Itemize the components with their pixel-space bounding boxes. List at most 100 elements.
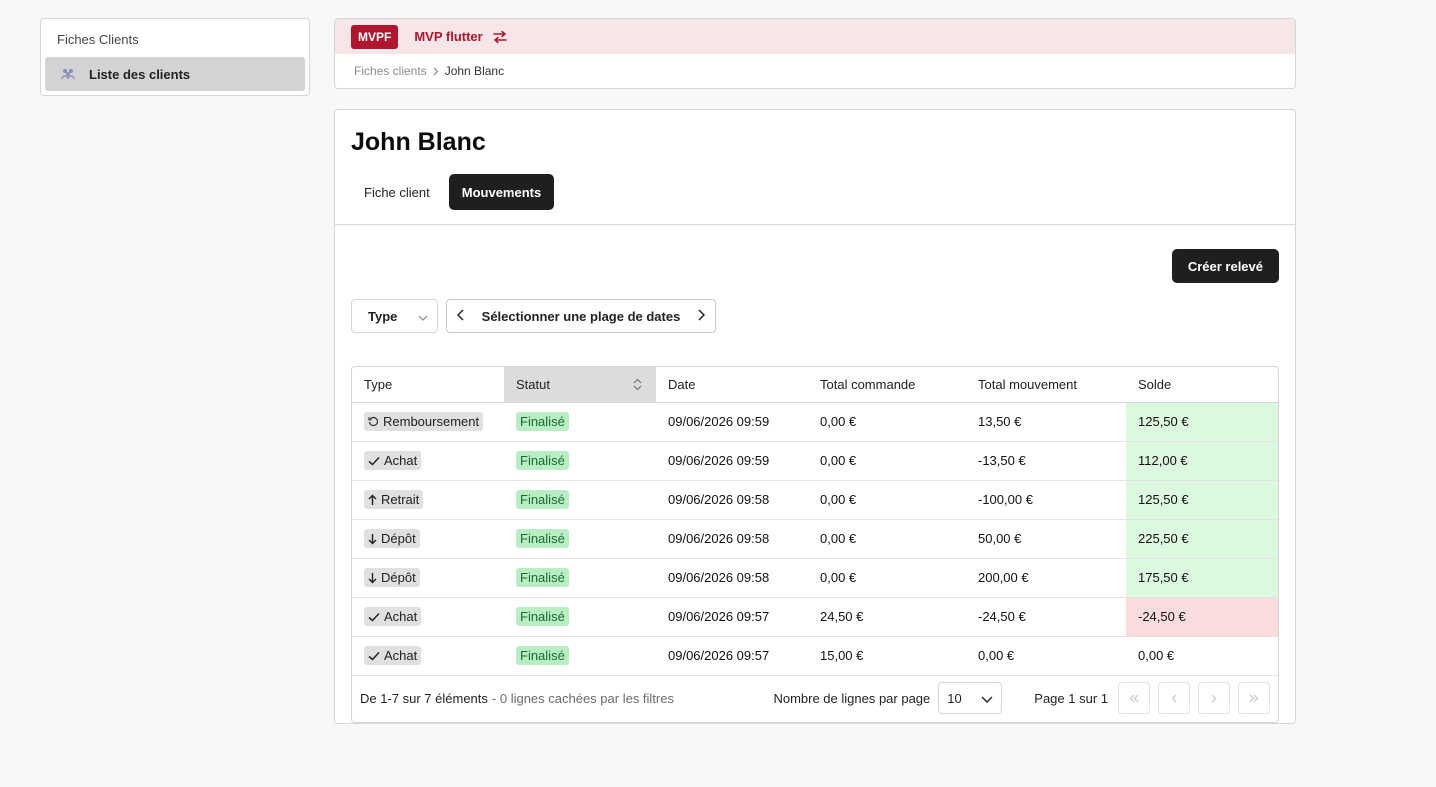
cell-order-total: 0,00 € — [808, 519, 966, 559]
rows-per-page-value: 10 — [947, 690, 962, 706]
next-range-icon[interactable] — [698, 308, 706, 324]
double-chevron-left-icon — [1129, 694, 1139, 702]
cell-order-total: 24,50 € — [808, 597, 966, 637]
rows-per-page-label: Nombre de lignes par page — [773, 690, 931, 706]
sidebar-item-label: Liste des clients — [89, 66, 191, 82]
prev-page-button[interactable] — [1158, 682, 1190, 714]
table-row[interactable]: Retrait Finalisé 09/06/2026 09:58 0,00 € -10… — [352, 480, 1278, 520]
rows-per-page-select[interactable]: 10 — [938, 682, 1003, 714]
page-title: John Blanc — [351, 128, 486, 156]
cell-date: 09/06/2026 09:57 — [656, 636, 808, 676]
cell-movement-total: -13,50 € — [966, 441, 1126, 481]
swap-icon[interactable] — [492, 30, 507, 43]
cell-balance: 0,00 € — [1126, 636, 1278, 676]
breadcrumb: Fiches clients John Blanc — [335, 54, 1295, 88]
check-icon — [368, 651, 380, 661]
cell-balance: 175,50 € — [1126, 558, 1278, 598]
cell-type: Achat — [352, 597, 504, 637]
table-row[interactable]: Achat Finalisé 09/06/2026 09:57 24,50 € -24,… — [352, 597, 1278, 637]
table-row[interactable]: Dépôt Finalisé 09/06/2026 09:58 0,00 €50,00… — [352, 519, 1278, 559]
status-badge: Finalisé — [516, 568, 569, 587]
type-badge: Achat — [364, 451, 422, 470]
app-badge[interactable]: MVPF — [351, 24, 399, 49]
prev-range-icon[interactable] — [456, 308, 464, 324]
cell-order-total: 0,00 € — [808, 441, 966, 481]
cell-order-total: 15,00 € — [808, 636, 966, 676]
cell-date: 09/06/2026 09:59 — [656, 402, 808, 442]
status-badge: Finalisé — [516, 490, 569, 509]
movements-table: Type Statut Date Total commande Total mo… — [351, 366, 1279, 723]
cell-date: 09/06/2026 09:58 — [656, 480, 808, 520]
app-name[interactable]: MVP flutter — [414, 29, 482, 44]
type-label: Achat — [384, 648, 418, 663]
cell-balance: 112,00 € — [1126, 441, 1278, 481]
type-label: Dépôt — [381, 570, 416, 585]
table-row[interactable]: Achat Finalisé 09/06/2026 09:57 15,00 € 0,00… — [352, 636, 1278, 676]
chevron-left-icon — [1171, 694, 1177, 702]
cell-status: Finalisé — [504, 402, 656, 442]
cell-date: 09/06/2026 09:59 — [656, 441, 808, 481]
table-row[interactable]: Remboursement Finalisé 09/06/2026 09:59 0,0… — [352, 402, 1278, 442]
column-header-date[interactable]: Date — [656, 367, 808, 403]
first-page-button[interactable] — [1118, 682, 1150, 714]
table-footer: De 1-7 sur 7 éléments - 0 lignes cachées… — [352, 674, 1278, 722]
status-badge: Finalisé — [516, 451, 569, 470]
chevron-right-icon — [433, 67, 439, 76]
type-badge: Retrait — [364, 490, 424, 509]
last-page-button[interactable] — [1238, 682, 1270, 714]
column-header-order-total[interactable]: Total commande — [808, 367, 966, 403]
column-header-movement-total[interactable]: Total mouvement — [966, 367, 1126, 403]
cell-date: 09/06/2026 09:58 — [656, 519, 808, 559]
refund-icon — [368, 416, 379, 427]
column-header-type[interactable]: Type — [352, 367, 504, 403]
next-page-button[interactable] — [1198, 682, 1230, 714]
column-header-status[interactable]: Statut — [504, 367, 656, 403]
status-badge: Finalisé — [516, 412, 569, 431]
arrow-down-icon — [368, 533, 377, 545]
pagination — [1118, 682, 1270, 714]
sort-icon[interactable] — [633, 378, 642, 394]
type-badge: Dépôt — [364, 568, 420, 587]
type-label: Achat — [384, 609, 418, 624]
type-label: Achat — [384, 453, 418, 468]
type-badge: Remboursement — [364, 412, 484, 431]
type-filter-label: Type — [368, 308, 398, 324]
tab-client-file[interactable]: Fiche client — [351, 174, 443, 210]
cell-balance: -24,50 € — [1126, 597, 1278, 637]
table-row[interactable]: Achat Finalisé 09/06/2026 09:59 0,00 € -13,5… — [352, 441, 1278, 481]
arrow-down-icon — [368, 572, 377, 584]
sidebar: Fiches Clients Liste des clients — [40, 18, 310, 96]
chevron-down-icon — [981, 691, 993, 706]
sidebar-title: Fiches Clients — [57, 32, 139, 47]
type-label: Dépôt — [381, 531, 416, 546]
cell-order-total: 0,00 € — [808, 480, 966, 520]
breadcrumb-parent-link[interactable]: Fiches clients — [354, 64, 427, 78]
column-header-balance[interactable]: Solde — [1126, 367, 1278, 403]
status-badge: Finalisé — [516, 646, 569, 665]
cell-type: Achat — [352, 636, 504, 676]
double-chevron-right-icon — [1249, 694, 1259, 702]
divider — [335, 224, 1295, 225]
page-info: Page 1 sur 1 — [1034, 690, 1108, 706]
date-range-picker[interactable]: Sélectionner une plage de dates — [446, 299, 716, 333]
table-row[interactable]: Dépôt Finalisé 09/06/2026 09:58 0,00 €200,0… — [352, 558, 1278, 598]
app-bar: MVPF MVP flutter — [335, 19, 1295, 54]
cell-date: 09/06/2026 09:58 — [656, 558, 808, 598]
column-header-status-label: Statut — [516, 376, 550, 392]
type-badge: Achat — [364, 646, 422, 665]
cell-type: Dépôt — [352, 519, 504, 559]
cell-order-total: 0,00 € — [808, 558, 966, 598]
tab-movements[interactable]: Mouvements — [448, 174, 555, 210]
cell-status: Finalisé — [504, 558, 656, 598]
cell-balance: 225,50 € — [1126, 519, 1278, 559]
cell-movement-total: -24,50 € — [966, 597, 1126, 637]
header: MVPF MVP flutter Fiches clients John Bla… — [334, 18, 1296, 89]
status-badge: Finalisé — [516, 529, 569, 548]
type-filter-dropdown[interactable]: Type — [351, 299, 438, 333]
sidebar-item-client-list[interactable]: Liste des clients — [45, 57, 305, 91]
type-label: Retrait — [381, 492, 420, 507]
cell-status: Finalisé — [504, 441, 656, 481]
create-statement-button[interactable]: Créer relevé — [1171, 249, 1279, 283]
cell-type: Dépôt — [352, 558, 504, 598]
chevron-right-icon — [1211, 694, 1217, 702]
